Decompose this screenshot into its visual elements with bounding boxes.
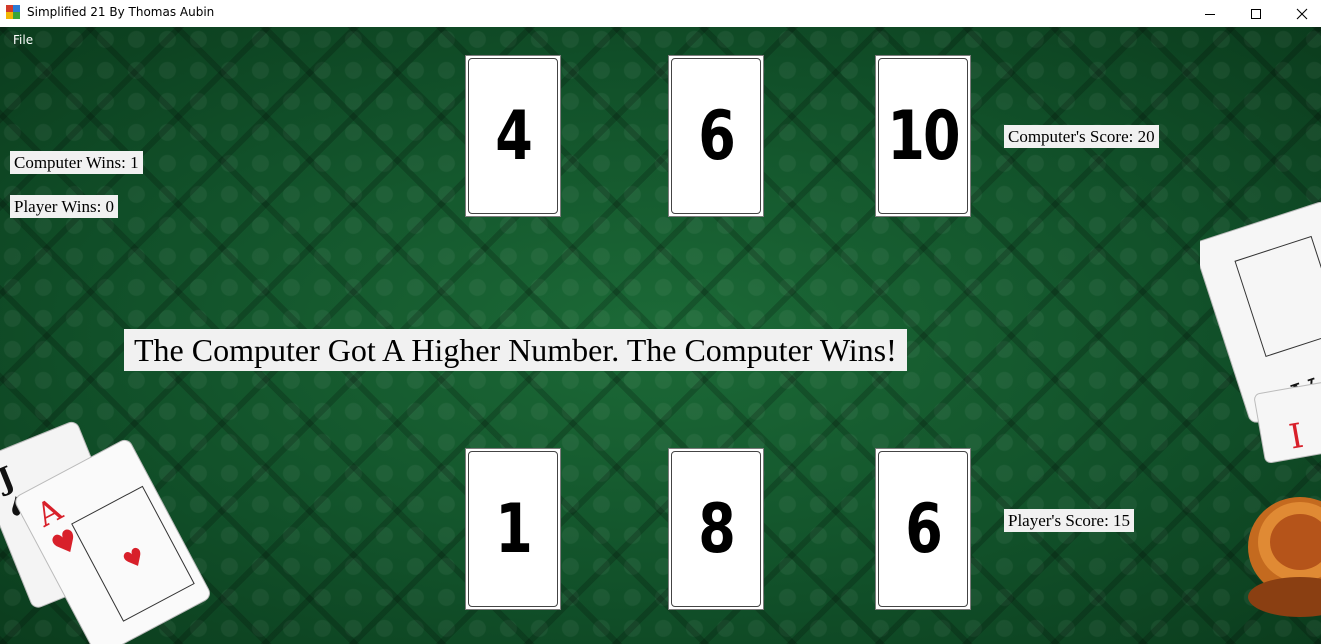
player-wins-label: Player Wins: 0 bbox=[10, 195, 119, 218]
maximize-icon bbox=[1251, 8, 1261, 19]
computer-wins-label: Computer Wins: 1 bbox=[10, 151, 143, 174]
game-table: File J ♠ A ♥ ♥ A I Computer Wi bbox=[0, 27, 1321, 644]
computer-card-3: 10 bbox=[875, 55, 971, 217]
player-card-1[interactable]: 1 bbox=[465, 448, 561, 610]
card-value: 10 bbox=[887, 96, 960, 176]
minimize-icon bbox=[1205, 13, 1215, 15]
card-value: 6 bbox=[698, 96, 736, 176]
card-value: 4 bbox=[495, 96, 533, 176]
computer-card-1: 4 bbox=[465, 55, 561, 217]
minimize-button[interactable] bbox=[1187, 0, 1233, 27]
player-card-3[interactable]: 6 bbox=[875, 448, 971, 610]
card-value: 6 bbox=[905, 489, 943, 569]
card-value: 8 bbox=[698, 489, 736, 569]
decorative-cards-right: A I bbox=[1200, 201, 1321, 617]
menu-file[interactable]: File bbox=[13, 33, 33, 47]
decorative-cards-left: J ♠ A ♥ ♥ bbox=[0, 421, 210, 644]
card-value: 1 bbox=[495, 489, 533, 569]
maximize-button[interactable] bbox=[1233, 0, 1279, 27]
computer-card-2: 6 bbox=[668, 55, 764, 217]
result-message: The Computer Got A Higher Number. The Co… bbox=[124, 329, 907, 371]
player-score-label: Player's Score: 15 bbox=[1004, 509, 1135, 532]
computer-score-label: Computer's Score: 20 bbox=[1004, 125, 1159, 148]
app-icon bbox=[6, 5, 20, 19]
close-button[interactable] bbox=[1279, 0, 1321, 27]
player-card-2[interactable]: 8 bbox=[668, 448, 764, 610]
window-title: Simplified 21 By Thomas Aubin bbox=[27, 5, 215, 19]
title-bar: Simplified 21 By Thomas Aubin bbox=[0, 0, 1321, 27]
close-icon bbox=[1296, 8, 1308, 19]
